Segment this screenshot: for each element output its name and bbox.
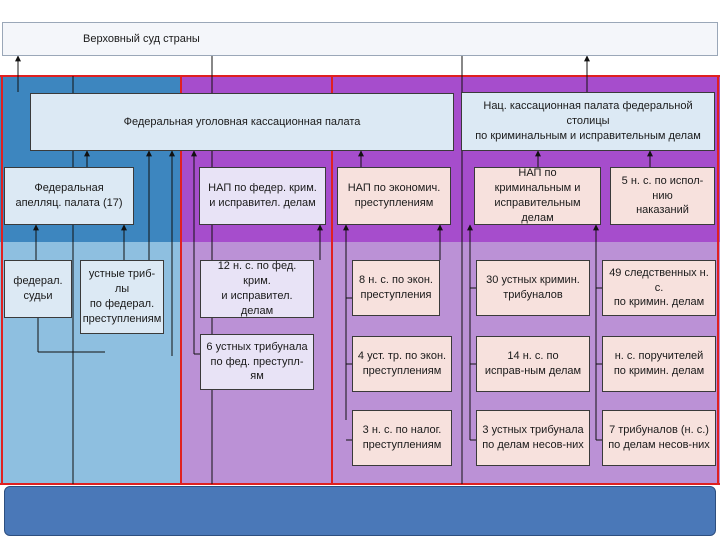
supreme-court-box: Верховный суд страны bbox=[2, 22, 718, 56]
investigative-49-box: 49 следственных н. с. по кримин. делам bbox=[602, 260, 716, 316]
guarantors-box: н. с. поручителей по кримин. делам bbox=[602, 336, 716, 392]
oral-tribunals-federal-box: устные триб-лы по федерал. преступлениям bbox=[80, 260, 164, 334]
footer-bar bbox=[4, 486, 716, 536]
federal-judges-box: федерал. судьи bbox=[4, 260, 72, 318]
nap-federal-box: НАП по федер. крим. и исправител. делам bbox=[199, 167, 326, 225]
nap-criminal-box: НАП по криминальным и исправительным дел… bbox=[474, 167, 601, 225]
oral-30-box: 30 устных кримин. трибуналов bbox=[476, 260, 590, 316]
courts-12-box: 12 н. с. по фед. крим. и исправител. дел… bbox=[200, 260, 314, 318]
federal-cassation-box: Федеральная уголовная кассационная палат… bbox=[30, 93, 454, 151]
tax-3-box: 3 н. с. по налог. преступлениям bbox=[352, 410, 452, 466]
oral-3-minors-box: 3 устных трибунала по делам несов-них bbox=[476, 410, 590, 466]
execution-courts-box: 5 н. с. по испол-нию наказаний bbox=[610, 167, 715, 225]
national-cassation-box: Нац. кассационная палата федеральной сто… bbox=[461, 92, 715, 151]
oral-4-econ-box: 4 уст. тр. по экон. преступлениям bbox=[352, 336, 452, 392]
tribunals-7-minors-box: 7 трибуналов (н. с.) по делам несов-них bbox=[602, 410, 716, 466]
courts-8-econ-box: 8 н. с. по экон. преступления bbox=[352, 260, 440, 316]
oral-6-box: 6 устных трибунала по фед. преступл-ям bbox=[200, 334, 314, 390]
federal-appeal-box: Федеральная апелляц. палата (17) bbox=[4, 167, 134, 225]
nap-economic-box: НАП по экономич. преступлениям bbox=[337, 167, 451, 225]
courts-14-box: 14 н. с. по исправ-ным делам bbox=[476, 336, 590, 392]
